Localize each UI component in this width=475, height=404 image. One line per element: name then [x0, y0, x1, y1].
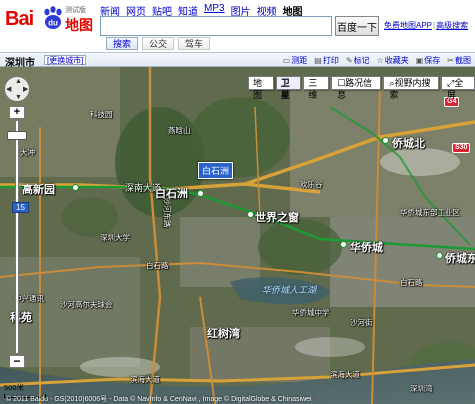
view-search-button[interactable]: ⌕视野内搜索 [383, 76, 440, 100]
tab-transit[interactable]: 公交 [142, 37, 175, 50]
tab-search[interactable]: 搜索 [106, 37, 139, 50]
search-button[interactable]: 百度一下 [335, 16, 379, 36]
satellite-imagery [0, 67, 475, 404]
label-qiaochengdong: 侨城东 [445, 253, 475, 265]
tab-driving[interactable]: 驾车 [178, 37, 211, 50]
screenshot-tool[interactable]: ✂截图 [447, 55, 471, 66]
label-shahe-road: 沙河东路 [162, 197, 172, 228]
metro-station-baishizhou-icon[interactable] [197, 190, 204, 197]
baidu-map-logo[interactable]: Bai du 测试版 地图 [5, 6, 97, 36]
save-label: 保存 [424, 56, 441, 65]
pan-up-icon[interactable]: ▲ [15, 78, 22, 85]
label-binhai-avenue-east: 滨海大道 [330, 370, 360, 379]
label-qiaochengbei: 侨城北 [392, 138, 425, 150]
favorites-tool[interactable]: ☆收藏夹 [377, 55, 409, 66]
label-hongshuwan: 红树湾 [207, 328, 240, 340]
label-huaqiaocheng: 华侨城 [350, 242, 383, 254]
label-poi-9: 深圳大学 [100, 233, 130, 242]
print-tool[interactable]: ▤打印 [314, 55, 339, 66]
paw-icon: du [44, 6, 62, 29]
fullscreen-button[interactable]: ⤢全屏 [441, 76, 475, 100]
pan-control[interactable]: ▲ ▼ ◀ ▶ [4, 76, 30, 102]
metro-station-huaqiaocheng-icon[interactable] [340, 241, 347, 248]
screenshot-label: 截图 [455, 56, 471, 65]
beta-label: 测试版 [65, 7, 86, 14]
label-poi-7: 沙河高尔夫球会 [60, 300, 113, 309]
zoom-slider-thumb[interactable] [7, 131, 27, 140]
label-poi-4: 深圳湾 [410, 384, 433, 393]
map-tools: ▭测距 ▤打印 ✎标记 ☆收藏夹 ▣保存 ✂截图 [283, 55, 471, 66]
label-poi-10: 华侨城东部工业区 [400, 208, 460, 217]
pan-right-icon[interactable]: ▶ [23, 86, 28, 93]
pan-left-icon[interactable]: ◀ [6, 86, 11, 93]
maptype-3d-button[interactable]: 三维 [303, 76, 330, 100]
mark-tool[interactable]: ✎标记 [346, 55, 370, 66]
traffic-button[interactable]: ☐路况信息 [331, 76, 382, 100]
label-baishi-road-east: 白石路 [400, 278, 423, 287]
pan-down-icon[interactable]: ▼ [15, 94, 22, 101]
maptype-satellite-button[interactable]: 卫星 [275, 76, 302, 100]
copyright-text: © 2011 Baidu - GS(2010)6006号 - Data © Na… [6, 396, 312, 403]
metro-station-qiaochengdong-icon[interactable] [436, 252, 443, 259]
header: Bai du 测试版 地图 新闻 网页 贴吧 知道 MP3 图片 视频 地图 百… [0, 0, 475, 52]
advanced-search-link[interactable]: 高级搜索 [436, 21, 468, 30]
scale-label: 500米 [4, 383, 25, 392]
favorites-label: 收藏夹 [384, 56, 409, 65]
label-lake: 华侨城人工湖 [262, 285, 317, 295]
save-tool[interactable]: ▣保存 [416, 55, 441, 66]
logo-paw-text: du [48, 19, 58, 28]
marker-baishizhou[interactable]: 白石洲 [198, 162, 234, 179]
ruler-icon: ▭ [282, 56, 291, 65]
label-poi-5: 欢乐谷 [300, 180, 323, 189]
search-mode-tabs: 搜索 公交 驾车 [106, 37, 211, 50]
phone-app-link[interactable]: 免费地图APP [384, 21, 432, 30]
pin-icon: ✎ [345, 56, 353, 65]
mark-label: 标记 [353, 56, 370, 65]
label-binhai-avenue: 滨海大道 [130, 375, 160, 384]
change-city-button[interactable]: [更换城市] [44, 55, 87, 65]
label-baishi-road: 白石路 [146, 261, 169, 270]
label-poi-6: 燕晗山 [168, 126, 191, 135]
label-poi-1: 科技园 [90, 110, 113, 119]
measure-tool[interactable]: ▭测距 [283, 55, 308, 66]
label-window-of-world: 世界之窗 [255, 212, 299, 224]
top-links: 免费地图APP|高级搜索 [384, 20, 468, 31]
measure-label: 测距 [291, 56, 308, 65]
label-shahe-street: 沙河街 [350, 318, 373, 327]
label-poi-3: 华侨城中学 [292, 308, 330, 317]
save-icon: ▣ [415, 56, 424, 65]
zoom-in-button[interactable]: + [9, 106, 25, 119]
maptype-map-button[interactable]: 地图 [248, 76, 274, 100]
map-type-controls: 地图 卫星 三维 ☐路况信息 ⌕视野内搜索 ⤢全屏 [248, 76, 475, 100]
link-separator: | [433, 21, 436, 30]
logo-brand: Bai [5, 8, 34, 30]
zoom-out-button[interactable]: − [9, 355, 25, 368]
scissors-icon: ✂ [447, 56, 454, 65]
highway-shield-s30: S30 [452, 143, 471, 153]
navigation-control: ▲ ▼ ◀ ▶ + 15 − [4, 76, 30, 368]
star-icon: ☆ [376, 56, 384, 65]
metro-station-window-icon[interactable] [247, 211, 254, 218]
city-toolbar: 深圳市 [更换城市] ▭测距 ▤打印 ✎标记 ☆收藏夹 ▣保存 ✂截图 [0, 52, 475, 69]
search-input[interactable] [100, 16, 332, 36]
printer-icon: ▤ [314, 56, 322, 65]
zoom-slider-track[interactable] [15, 120, 19, 354]
traffic-icon: ☐ [337, 78, 346, 88]
logo-product: 地图 [65, 18, 93, 34]
zoom-level-badge: 15 [12, 202, 29, 213]
print-label: 打印 [322, 56, 339, 65]
satellite-map[interactable]: 高新园 深南大道 白石洲 白石洲 世界之窗 华侨城 侨城北 侨城东 科苑 红树湾… [0, 67, 475, 404]
metro-station-gaoxinyuan-icon[interactable] [72, 184, 79, 191]
metro-station-qiaochengbei-icon[interactable] [382, 137, 389, 144]
